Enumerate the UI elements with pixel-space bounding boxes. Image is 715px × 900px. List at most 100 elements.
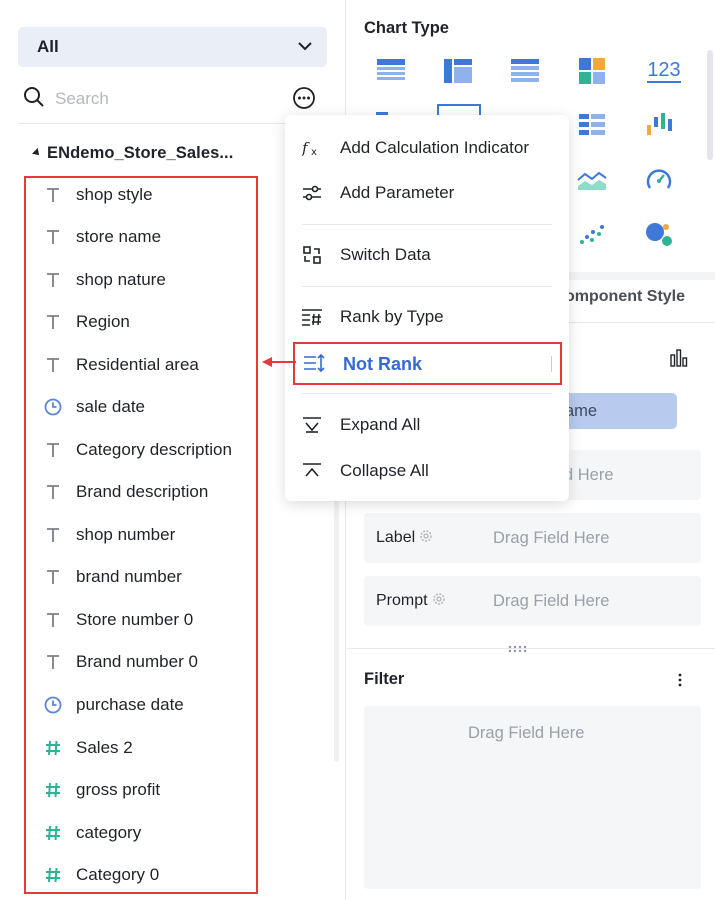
prompt-drop-zone-label: Prompt xyxy=(376,592,446,611)
field-item[interactable]: shop nature xyxy=(42,265,166,295)
menu-item-collapse-all[interactable]: Collapse All xyxy=(285,453,569,489)
menu-item-add-calculation-indicator[interactable]: fx Add Calculation Indicator xyxy=(285,130,569,166)
field-label: Brand description xyxy=(76,482,209,501)
bubble-chart-icon[interactable] xyxy=(642,218,676,252)
field-label: Category description xyxy=(76,440,232,459)
label-text: Label xyxy=(376,529,416,546)
more-options-icon[interactable] xyxy=(292,86,316,110)
gear-icon[interactable] xyxy=(419,529,433,548)
field-label: Store number 0 xyxy=(76,610,194,629)
text-field-icon xyxy=(42,651,64,673)
text-field-icon xyxy=(42,481,64,503)
bar-chart-toggle-icon[interactable] xyxy=(669,348,689,373)
kpi-number-label: 123 xyxy=(647,59,681,83)
field-item[interactable]: Category 0 xyxy=(42,860,159,890)
svg-text:f: f xyxy=(302,139,310,157)
assigned-field-chip[interactable]: ame xyxy=(557,393,677,429)
block-chart-icon[interactable] xyxy=(575,54,609,88)
text-field-icon xyxy=(42,226,64,248)
resize-handle-icon[interactable] xyxy=(507,642,529,656)
svg-text:x: x xyxy=(311,147,317,157)
filter-more-vertical-icon[interactable] xyxy=(677,672,683,693)
field-list: shop style store name shop nature Region… xyxy=(24,176,258,894)
filter-drop-zone[interactable]: Drag Field Here xyxy=(364,706,701,889)
number-hash-icon xyxy=(42,822,64,844)
not-rank-icon xyxy=(303,352,325,374)
menu-item-label: Rank by Type xyxy=(340,307,444,326)
label-drop-zone[interactable]: Label Drag Field Here xyxy=(364,513,701,563)
menu-separator xyxy=(302,286,552,287)
chart-type-scrollbar[interactable] xyxy=(707,50,713,160)
dataset-filter-value: All xyxy=(37,37,59,56)
drop-zone-placeholder: d Here xyxy=(564,465,614,484)
prompt-drop-zone[interactable]: Prompt Drag Field Here xyxy=(364,576,701,626)
area-chart-icon[interactable] xyxy=(575,163,609,197)
drop-zone-placeholder: Drag Field Here xyxy=(493,528,610,547)
field-label: gross profit xyxy=(76,780,161,799)
field-label: shop number xyxy=(76,525,176,544)
field-context-menu: fx Add Calculation Indicator Add Paramet… xyxy=(285,115,569,501)
field-item[interactable]: shop number xyxy=(42,520,175,550)
text-field-icon xyxy=(42,184,64,206)
list-chart-icon[interactable] xyxy=(575,108,609,142)
text-field-icon xyxy=(42,269,64,291)
filter-title: Filter xyxy=(364,670,405,688)
field-label: Sales 2 xyxy=(76,738,133,757)
field-label: Brand number 0 xyxy=(76,652,198,671)
chevron-down-icon xyxy=(297,38,313,56)
field-item[interactable]: sale date xyxy=(42,392,145,422)
field-item[interactable]: store name xyxy=(42,222,161,252)
field-item[interactable]: Residential area xyxy=(42,350,199,380)
table-chart-icon[interactable] xyxy=(374,54,408,88)
tab-component-style[interactable]: omponent Style xyxy=(565,288,685,306)
fx-icon: fx xyxy=(301,137,323,159)
gear-icon[interactable] xyxy=(432,592,446,611)
dataset-filter-select[interactable]: All xyxy=(18,27,327,67)
field-item[interactable]: shop style xyxy=(42,180,153,210)
rank-by-type-icon xyxy=(301,306,323,328)
kpi-number-chart[interactable]: 123 xyxy=(642,54,686,88)
field-label: shop nature xyxy=(76,270,166,289)
menu-item-label: Expand All xyxy=(340,415,421,434)
filter-drop-placeholder: Drag Field Here xyxy=(468,724,585,742)
red-arrow-annotation-icon xyxy=(262,355,296,373)
field-item[interactable]: purchase date xyxy=(42,690,184,720)
field-item[interactable]: Region xyxy=(42,307,130,337)
field-item[interactable]: Sales 2 xyxy=(42,733,133,763)
cross-table-icon[interactable] xyxy=(441,54,475,88)
collapse-all-icon xyxy=(301,460,323,482)
menu-item-label: Not Rank xyxy=(343,354,423,374)
number-hash-icon xyxy=(42,737,64,759)
text-field-icon xyxy=(42,609,64,631)
text-field-icon xyxy=(42,566,64,588)
menu-item-label: Add Calculation Indicator xyxy=(340,138,530,157)
collapse-triangle-icon[interactable] xyxy=(32,148,42,158)
menu-item-not-rank[interactable]: Not Rank xyxy=(293,342,562,385)
gauge-chart-icon[interactable] xyxy=(642,163,676,197)
menu-item-expand-all[interactable]: Expand All xyxy=(285,407,569,443)
parameter-sliders-icon xyxy=(301,182,323,204)
field-item[interactable]: Store number 0 xyxy=(42,605,193,635)
menu-separator xyxy=(302,224,552,225)
field-label: category xyxy=(76,823,142,842)
field-item[interactable]: category xyxy=(42,818,141,848)
field-label: Category 0 xyxy=(76,865,160,884)
drop-zone-placeholder: Drag Field Here xyxy=(493,591,610,610)
text-caret xyxy=(551,356,552,372)
field-item[interactable]: brand number xyxy=(42,562,182,592)
field-item[interactable]: Category description xyxy=(42,435,232,465)
field-item[interactable]: gross profit xyxy=(42,775,160,805)
dataset-tree-node[interactable]: ENdemo_Store_Sales... xyxy=(32,140,233,166)
clock-date-icon xyxy=(42,396,64,418)
scatter-chart-icon[interactable] xyxy=(575,218,609,252)
switch-data-icon xyxy=(301,244,323,266)
menu-item-add-parameter[interactable]: Add Parameter xyxy=(285,175,569,211)
field-item[interactable]: Brand number 0 xyxy=(42,647,198,677)
waterfall-chart-icon[interactable] xyxy=(642,108,676,142)
menu-item-rank-by-type[interactable]: Rank by Type xyxy=(285,299,569,335)
search-input[interactable] xyxy=(55,89,255,109)
field-label: shop style xyxy=(76,185,153,204)
detail-table-icon[interactable] xyxy=(508,54,542,88)
menu-item-switch-data[interactable]: Switch Data xyxy=(285,237,569,273)
field-item[interactable]: Brand description xyxy=(42,477,208,507)
